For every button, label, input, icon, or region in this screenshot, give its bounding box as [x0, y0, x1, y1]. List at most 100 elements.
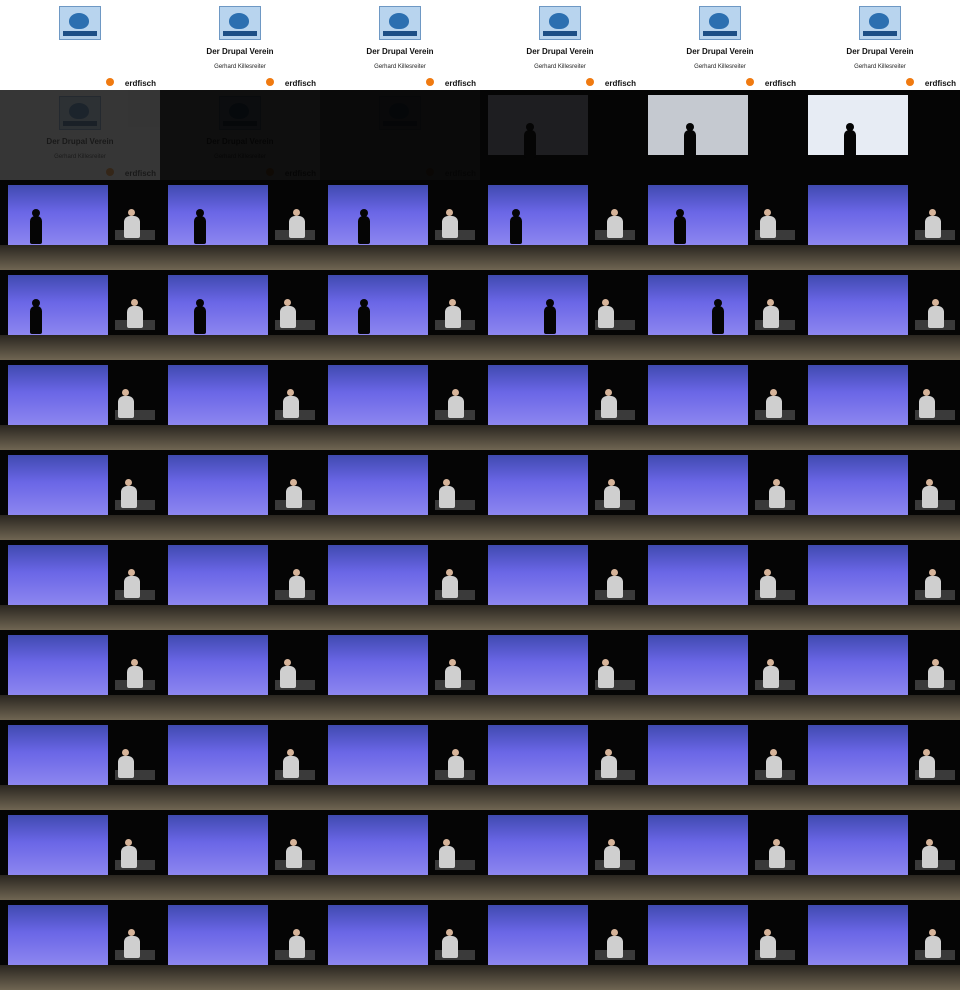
- video-frame: [480, 720, 640, 810]
- seated-speaker: [445, 659, 461, 688]
- stage-floor: [800, 695, 960, 720]
- standing-speaker: [194, 299, 206, 334]
- video-frame: erdfisch: [320, 90, 480, 180]
- seated-speaker: [925, 929, 941, 958]
- slide-title: Der Drupal Verein: [526, 47, 594, 56]
- video-frame: [160, 630, 320, 720]
- seated-speaker: [127, 659, 143, 688]
- video-frame: [320, 270, 480, 360]
- stage-floor: [800, 515, 960, 540]
- slide-title: Der Drupal Verein: [366, 47, 434, 56]
- video-frame: [0, 270, 160, 360]
- stage-floor: [160, 695, 320, 720]
- standing-speaker: [844, 123, 856, 158]
- title-slide: Der Drupal Verein Gerhard Killesreiter erd…: [0, 90, 160, 180]
- stage-floor: [320, 785, 480, 810]
- slide-author: Gerhard Killesreiter: [214, 64, 266, 70]
- video-frame: Der Drupal Verein Gerhard Killesreiter erd…: [800, 0, 960, 90]
- stage-floor: [320, 875, 480, 900]
- video-frame: [800, 810, 960, 900]
- erdfisch-logo-icon: [426, 78, 434, 86]
- stage-floor: [480, 875, 640, 900]
- stage-floor: [320, 695, 480, 720]
- projection-screen: [488, 95, 588, 155]
- projection-screen: [648, 365, 748, 425]
- seated-speaker: [607, 929, 623, 958]
- video-frame: [0, 450, 160, 540]
- stage-floor: [480, 695, 640, 720]
- video-frame: [800, 90, 960, 180]
- stage-floor: [640, 335, 800, 360]
- seated-speaker: [928, 299, 944, 328]
- projection-screen: [168, 455, 268, 515]
- projection-screen: [168, 275, 268, 335]
- standing-speaker: [30, 209, 42, 244]
- brand-label: erdfisch: [124, 79, 156, 88]
- seated-speaker: [442, 569, 458, 598]
- video-frame: [640, 900, 800, 990]
- seated-speaker: [442, 929, 458, 958]
- stage-floor: [640, 245, 800, 270]
- title-slide: Der Drupal Verein Gerhard Killesreiter erd…: [160, 90, 320, 180]
- video-frame: [320, 180, 480, 270]
- projection-screen: [808, 635, 908, 695]
- seated-speaker: [121, 479, 137, 508]
- projection-screen: [328, 725, 428, 785]
- stage-floor: [640, 875, 800, 900]
- projection-screen: [808, 545, 908, 605]
- brand-label: erdfisch: [445, 169, 476, 178]
- stage-floor: [320, 605, 480, 630]
- stage-floor: [320, 245, 480, 270]
- standing-speaker: [684, 123, 696, 158]
- projection-screen: [8, 185, 108, 245]
- projection-screen: [328, 905, 428, 965]
- stage-floor: [800, 605, 960, 630]
- stage-floor: [800, 335, 960, 360]
- slide-title: Der Drupal Verein: [846, 47, 914, 56]
- seated-speaker: [763, 659, 779, 688]
- seated-speaker: [439, 839, 455, 868]
- title-slide: Der Drupal Verein Gerhard Killesreiter erd…: [480, 0, 640, 90]
- stage-floor: [0, 515, 160, 540]
- video-frame: [800, 180, 960, 270]
- brand-label: erdfisch: [444, 79, 476, 88]
- seated-speaker: [604, 839, 620, 868]
- title-slide: Der Drupal Verein Gerhard Killesreiter erd…: [640, 0, 800, 90]
- projection-screen: [328, 365, 428, 425]
- projection-screen: [328, 185, 428, 245]
- video-frame: [480, 900, 640, 990]
- seated-speaker: [289, 569, 305, 598]
- projection-screen: [808, 185, 908, 245]
- stage-floor: [0, 425, 160, 450]
- seated-speaker: [280, 659, 296, 688]
- video-frame: [480, 180, 640, 270]
- erdfisch-logo-icon: [106, 78, 114, 86]
- video-frame: [480, 630, 640, 720]
- video-frame: [640, 630, 800, 720]
- stage-floor: [160, 965, 320, 990]
- projection-screen: [8, 365, 108, 425]
- seated-speaker: [283, 389, 299, 418]
- projection-screen: [8, 905, 108, 965]
- slide-author: Gerhard Killesreiter: [374, 64, 426, 70]
- seated-speaker: [607, 209, 623, 238]
- projection-screen: [168, 365, 268, 425]
- seated-speaker: [127, 299, 143, 328]
- standing-speaker: [674, 209, 686, 244]
- video-frame: Der Drupal Verein Gerhard Killesreiter erd…: [160, 90, 320, 180]
- standing-speaker: [358, 209, 370, 244]
- video-frame: [480, 450, 640, 540]
- projection-screen: [488, 815, 588, 875]
- stage-floor: [480, 425, 640, 450]
- projection-screen: [488, 635, 588, 695]
- projection-screen: [648, 185, 748, 245]
- stage-floor: [0, 785, 160, 810]
- projection-screen: [488, 275, 588, 335]
- seated-speaker: [766, 389, 782, 418]
- projection-screen: [808, 95, 908, 155]
- video-frame: [0, 630, 160, 720]
- seated-speaker: [124, 569, 140, 598]
- seated-speaker: [280, 299, 296, 328]
- stage-floor: [480, 605, 640, 630]
- erdfisch-logo-icon: [746, 78, 754, 86]
